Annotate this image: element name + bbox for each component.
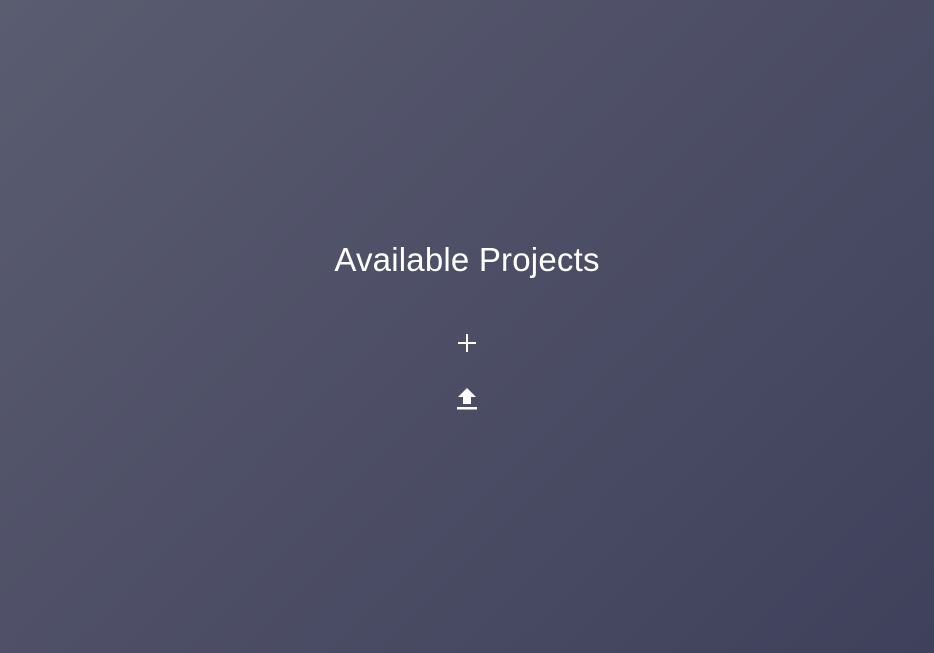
upload-project-button[interactable]	[454, 386, 480, 412]
projects-panel: Available Projects	[0, 240, 934, 412]
add-project-button[interactable]	[454, 330, 480, 356]
upload-icon	[457, 388, 477, 410]
plus-icon	[458, 334, 476, 352]
page-title: Available Projects	[334, 241, 600, 278]
project-actions	[454, 330, 480, 412]
